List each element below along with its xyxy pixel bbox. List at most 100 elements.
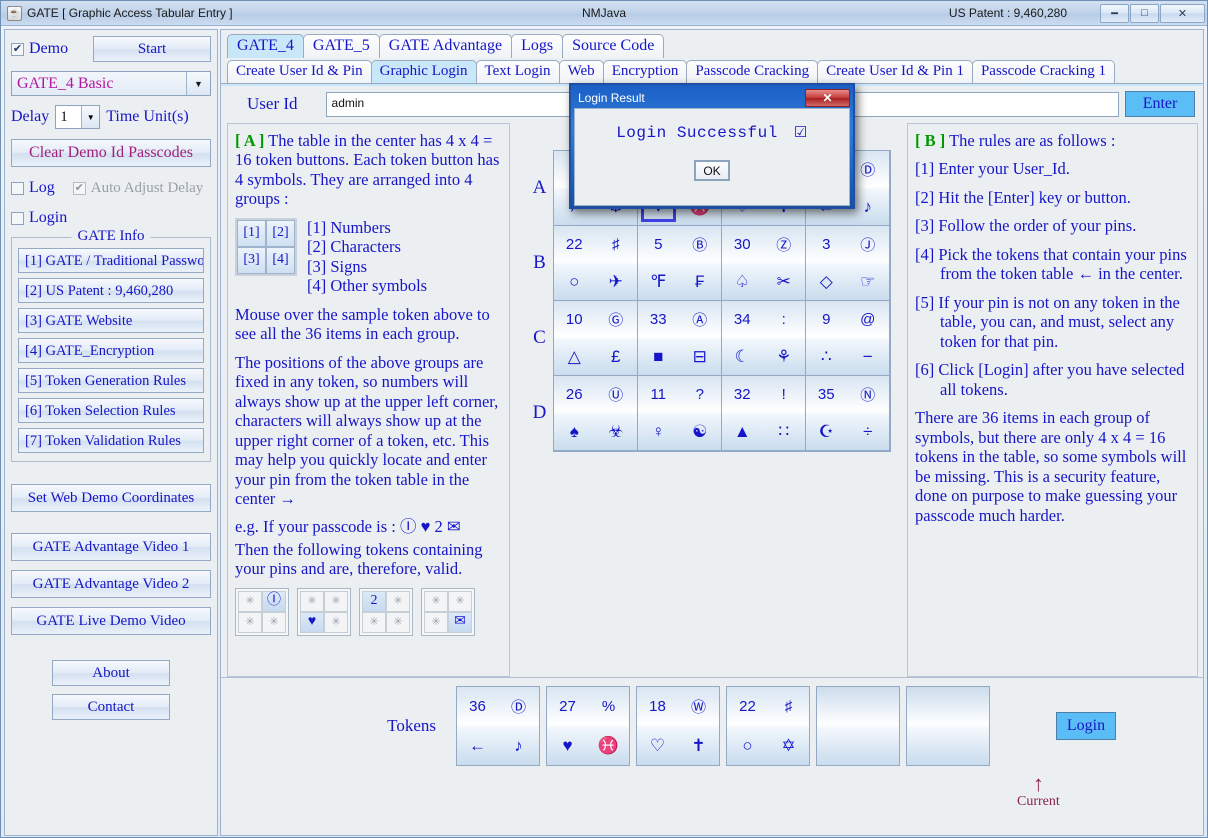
sample-token-cell-3: [3] <box>237 246 266 274</box>
start-button[interactable]: Start <box>93 36 211 62</box>
info-button-4[interactable]: [4] GATE_Encryption <box>18 338 204 363</box>
selected-token-cell-chr: ♯ <box>784 698 793 715</box>
token-B4[interactable]: 3 Ⓙ ◇ ☞ <box>804 225 890 301</box>
clear-demo-passcodes-button[interactable]: Clear Demo Id Passcodes <box>11 139 211 167</box>
token-cell-chr: Ⓐ <box>692 312 708 329</box>
example-token-2-cell-2: ✳ <box>324 590 348 612</box>
token-cell-sgn: ∴ <box>820 346 832 366</box>
check-icon: ☑ <box>793 125 808 142</box>
selected-token-1[interactable]: 36 Ⓓ ← ♪ <box>456 686 540 766</box>
selected-token-2[interactable]: 27% ♥ ♓ <box>546 686 630 766</box>
example-token-3-cell-4: ✳ <box>386 611 410 633</box>
selected-token-4[interactable]: 22 ♯ ○ ✡ <box>726 686 810 766</box>
chevron-down-icon[interactable]: ▼ <box>81 106 100 128</box>
token-B3[interactable]: 30 Ⓩ ♤ ✂ <box>720 225 806 301</box>
info-button-3[interactable]: [3] GATE Website <box>18 308 204 333</box>
token-D1[interactable]: 26 Ⓤ ♠ ☣ <box>552 375 638 451</box>
delay-input[interactable]: 1 ▼ <box>55 105 101 129</box>
tab-text-login[interactable]: Text Login <box>475 60 560 83</box>
token-cell-oth: ₣ <box>695 271 705 291</box>
token-B2[interactable]: 5 Ⓑ ℉ ₣ <box>636 225 722 301</box>
tab-encryption[interactable]: Encryption <box>602 60 688 83</box>
token-cell-num: 35 <box>817 386 835 403</box>
tab-passcode-cracking[interactable]: Passcode Cracking <box>686 60 819 83</box>
enter-button[interactable]: Enter <box>1125 91 1196 117</box>
example-token-3-cell-3: ✳ <box>362 611 386 633</box>
window-title: GATE [ Graphic Access Tabular Entry ] <box>27 6 233 20</box>
tab-gate-advantage[interactable]: GATE Advantage <box>378 34 513 58</box>
token-C3[interactable]: 34: ☾ ⚘ <box>720 300 806 376</box>
tag-b: [ B ] <box>915 131 946 150</box>
gate-advantage-video-2-button[interactable]: GATE Advantage Video 2 <box>11 570 211 598</box>
token-table-row-headers: A B C D <box>527 150 553 452</box>
selected-token-cell-chr <box>948 687 989 726</box>
token-cell-oth: ☯ <box>692 421 708 441</box>
tokens-label: Tokens <box>387 716 436 735</box>
instructions-a-para1: [ A ] The table in the center has 4 x 4 … <box>235 131 502 209</box>
tab-web[interactable]: Web <box>558 60 604 83</box>
token-cell-num: 5 <box>654 236 663 253</box>
selected-token-6[interactable] <box>906 686 990 766</box>
token-cell-sgn: ☾ <box>734 346 750 366</box>
example-token-4-cell-3: ✳ <box>424 611 448 633</box>
tab-create-user-id-pin[interactable]: Create User Id & Pin <box>227 60 372 83</box>
info-button-1[interactable]: [1] GATE / Traditional Password <box>18 248 204 273</box>
selected-token-cell-num: 22 <box>739 698 756 715</box>
sample-token[interactable]: [1] [2] [3] [4] <box>235 217 297 276</box>
tab-logs[interactable]: Logs <box>511 34 564 58</box>
token-cell-sgn: ▲ <box>733 421 751 441</box>
tab-source-code[interactable]: Source Code <box>562 34 665 58</box>
set-web-demo-coordinates-button[interactable]: Set Web Demo Coordinates <box>11 484 211 512</box>
token-cell-oth: ⚘ <box>776 346 792 366</box>
info-button-5[interactable]: [5] Token Generation Rules <box>18 368 204 393</box>
instructions-a-para2: Mouse over the sample token above to see… <box>235 304 490 344</box>
about-button[interactable]: About <box>52 660 170 686</box>
tab-create-user-id-pin-1[interactable]: Create User Id & Pin 1 <box>817 60 973 83</box>
login-checkbox[interactable] <box>11 211 24 225</box>
tab-passcode-cracking-1[interactable]: Passcode Cracking 1 <box>971 60 1115 83</box>
token-B1[interactable]: 22 ♯ ○ ✈ <box>552 225 638 301</box>
close-icon[interactable]: ✕ <box>1160 3 1205 23</box>
token-D2[interactable]: 11? ♀ ☯ <box>636 375 722 451</box>
gate-live-demo-video-button[interactable]: GATE Live Demo Video <box>11 607 211 635</box>
instructions-b-heading-text: The rules are as follows : <box>949 131 1116 150</box>
token-C2[interactable]: 33 Ⓐ ■ ⊟ <box>636 300 722 376</box>
demo-checkbox[interactable]: ✔ <box>11 42 24 56</box>
selected-token-3[interactable]: 18 Ⓦ ♡ ✝ <box>636 686 720 766</box>
gate-advantage-video-1-button[interactable]: GATE Advantage Video 1 <box>11 533 211 561</box>
selected-token-cell-oth: ✡ <box>781 735 796 755</box>
demo-row: ✔ Demo Start <box>11 36 211 62</box>
token-cell-oth: ⊟ <box>692 346 707 366</box>
sample-token-cell-4: [4] <box>266 246 295 274</box>
token-cell-sgn: △ <box>567 346 581 366</box>
tab-gate-4[interactable]: GATE_4 <box>227 34 304 58</box>
token-D4[interactable]: 35 Ⓝ ☪ ÷ <box>804 375 890 451</box>
selected-token-cell-chr: Ⓦ <box>690 699 706 716</box>
instructions-a-para3: The positions of the above groups are fi… <box>235 352 499 508</box>
dialog-close-icon[interactable]: ✕ <box>805 89 850 107</box>
mode-select[interactable]: GATE_4 Basic ▼ <box>11 71 211 96</box>
tag-a: [ A ] <box>235 131 265 150</box>
rule-1: [1] Enter your User_Id. <box>915 159 1070 179</box>
demo-label: Demo <box>29 40 69 57</box>
tab-graphic-login[interactable]: Graphic Login <box>370 60 477 83</box>
login-button[interactable]: Login <box>1056 712 1116 740</box>
log-checkbox[interactable] <box>11 181 24 195</box>
info-button-6[interactable]: [6] Token Selection Rules <box>18 398 204 423</box>
info-button-7[interactable]: [7] Token Validation Rules <box>18 428 204 453</box>
minimize-icon[interactable]: ━ <box>1100 3 1129 23</box>
token-cell-sgn: ○ <box>569 271 580 291</box>
token-C1[interactable]: 10 Ⓖ △ £ <box>552 300 638 376</box>
dialog-ok-button[interactable]: OK <box>694 160 730 181</box>
selected-tokens-bar: Tokens 36 Ⓓ ← ♪ 27% ♥ ♓ 18 Ⓦ ♡ ✝ 22 ♯ ○ ✡ Login ↑ Curr… <box>221 677 1203 835</box>
contact-button[interactable]: Contact <box>52 694 170 720</box>
selected-token-cell-sgn: ♥ <box>562 735 573 755</box>
token-C4[interactable]: 9 @ ∴ − <box>804 300 890 376</box>
selected-token-5[interactable] <box>816 686 900 766</box>
token-D3[interactable]: 32! ▲ ∷ <box>720 375 806 451</box>
chevron-down-icon[interactable]: ▼ <box>186 72 210 95</box>
maximize-icon[interactable]: □ <box>1130 3 1159 23</box>
info-button-2[interactable]: [2] US Patent : 9,460,280 <box>18 278 204 303</box>
token-cell-num: 34 <box>733 311 751 328</box>
tab-gate-5[interactable]: GATE_5 <box>302 34 380 58</box>
